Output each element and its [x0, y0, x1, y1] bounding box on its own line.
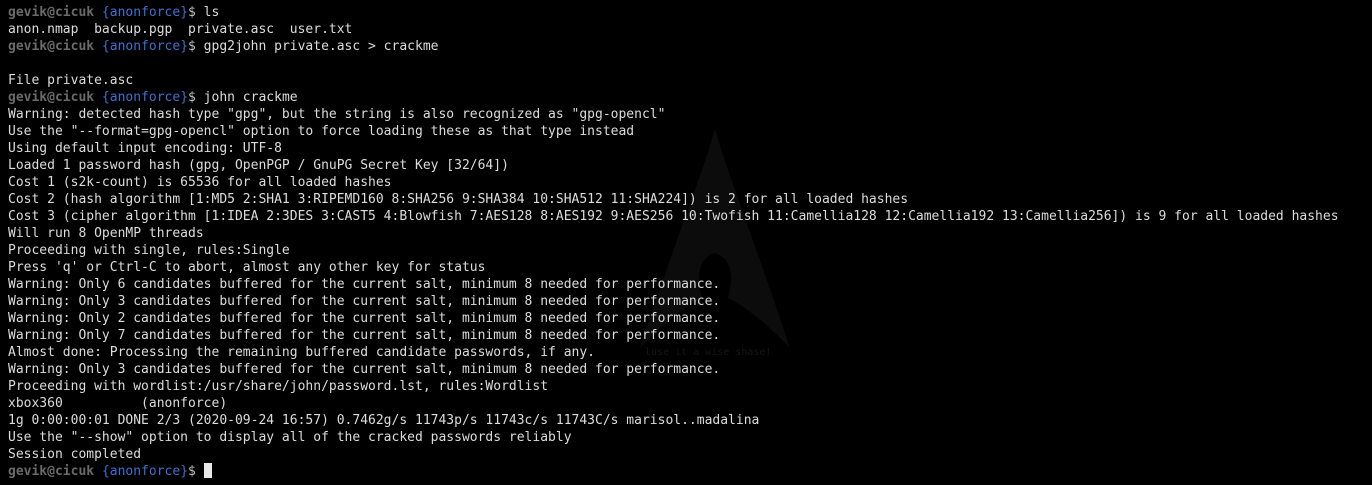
prompt-directory: {anonforce}: [101, 464, 189, 479]
output-line: Loaded 1 password hash (gpg, OpenPGP / G…: [8, 158, 509, 173]
output-line: anon.nmap backup.pgp private.asc user.tx…: [8, 22, 353, 37]
terminal-window[interactable]: luse it a wise shase! gevik@cicuk {anonf…: [0, 0, 1372, 485]
output-line: Warning: Only 3 candidates buffered for …: [8, 294, 721, 309]
output-line: Proceeding with wordlist:/usr/share/john…: [8, 379, 549, 394]
command-text: ls: [203, 5, 220, 20]
output-line: 1g 0:00:00:01 DONE 2/3 (2020-09-24 16:57…: [8, 413, 760, 428]
output-line: File private.asc: [8, 73, 134, 88]
output-line: Proceeding with single, rules:Single: [8, 243, 290, 258]
output-line: Warning: Only 2 candidates buffered for …: [8, 311, 721, 326]
prompt-symbol: $: [188, 5, 196, 20]
text-cursor[interactable]: [203, 463, 212, 478]
command-text: john crackme: [203, 90, 298, 105]
prompt-user-host: gevik@cicuk: [8, 5, 95, 20]
output-line: xbox360 (anonforce): [8, 396, 228, 411]
output-line: Cost 3 (cipher algorithm [1:IDEA 2:3DES …: [8, 209, 1339, 224]
output-line: Warning: detected hash type "gpg", but t…: [8, 107, 666, 122]
output-line: Session completed: [8, 447, 142, 462]
output-line: Warning: Only 3 candidates buffered for …: [8, 362, 721, 377]
command-text: gpg2john private.asc > crackme: [203, 39, 439, 54]
output-line: Will run 8 OpenMP threads: [8, 226, 204, 241]
prompt-directory: {anonforce}: [101, 5, 189, 20]
output-line: Use the "--format=gpg-opencl" option to …: [8, 124, 635, 139]
prompt-line: gevik@cicuk {anonforce}$: [8, 463, 1339, 480]
prompt-line: gevik@cicuk {anonforce}$ gpg2john privat…: [8, 38, 1339, 55]
prompt-directory: {anonforce}: [101, 90, 189, 105]
output-line: Warning: Only 6 candidates buffered for …: [8, 277, 721, 292]
prompt-line: gevik@cicuk {anonforce}$ john crackme: [8, 89, 1339, 106]
output-line: Cost 1 (s2k-count) is 65536 for all load…: [8, 175, 392, 190]
terminal-output: gevik@cicuk {anonforce}$ ls anon.nmap bac…: [8, 4, 1339, 480]
prompt-symbol: $: [188, 90, 196, 105]
output-line: Use the "--show" option to display all o…: [8, 430, 572, 445]
output-line: Almost done: Processing the remaining bu…: [8, 345, 595, 360]
prompt-symbol: $: [188, 39, 196, 54]
prompt-line: gevik@cicuk {anonforce}$ ls: [8, 4, 1339, 21]
output-line: Cost 2 (hash algorithm [1:MD5 2:SHA1 3:R…: [8, 192, 909, 207]
output-line: Press 'q' or Ctrl-C to abort, almost any…: [8, 260, 486, 275]
prompt-directory: {anonforce}: [101, 39, 189, 54]
prompt-user-host: gevik@cicuk: [8, 39, 95, 54]
prompt-user-host: gevik@cicuk: [8, 90, 95, 105]
output-line: Using default input encoding: UTF-8: [8, 141, 282, 156]
output-line: Warning: Only 7 candidates buffered for …: [8, 328, 721, 343]
prompt-user-host: gevik@cicuk: [8, 464, 95, 479]
prompt-symbol: $: [188, 464, 196, 479]
